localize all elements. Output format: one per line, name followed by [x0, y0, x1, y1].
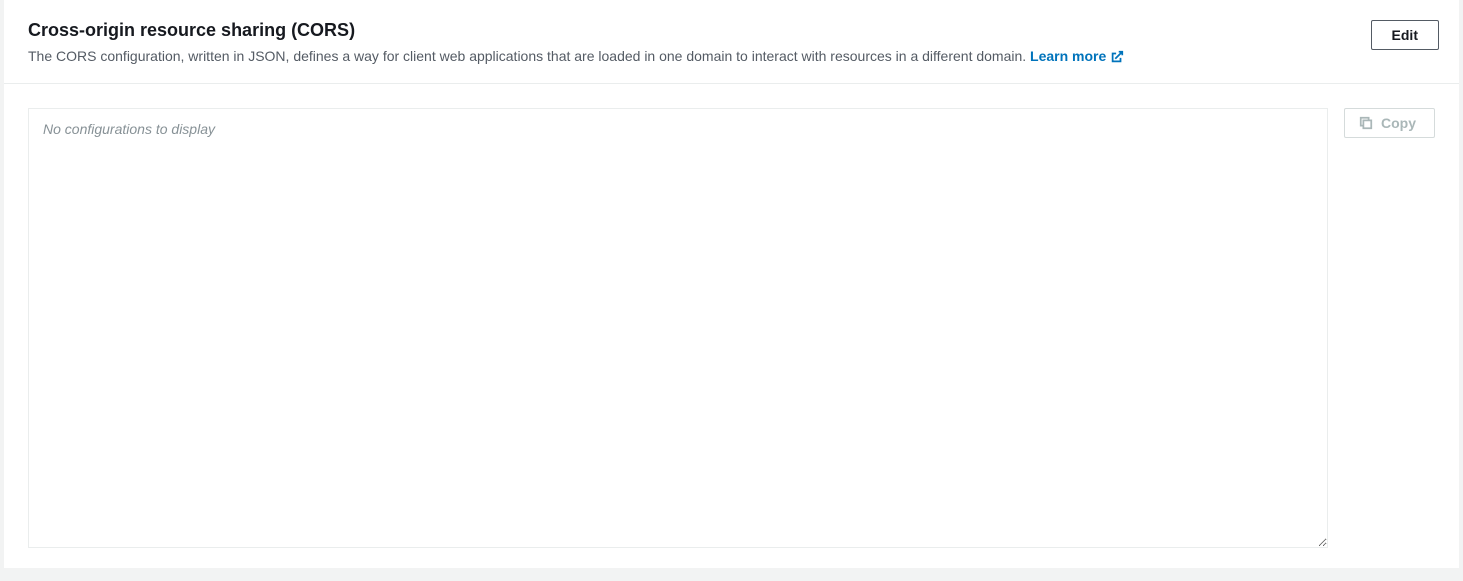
- cors-config-textarea[interactable]: No configurations to display: [28, 108, 1328, 548]
- panel-body: No configurations to display Copy: [4, 84, 1459, 568]
- empty-placeholder: No configurations to display: [43, 121, 215, 137]
- external-link-icon: [1110, 50, 1124, 64]
- learn-more-link[interactable]: Learn more: [1030, 47, 1124, 67]
- learn-more-text: Learn more: [1030, 47, 1106, 67]
- cors-panel: Cross-origin resource sharing (CORS) The…: [4, 0, 1459, 568]
- panel-description-text: The CORS configuration, written in JSON,…: [28, 48, 1030, 64]
- panel-description: The CORS configuration, written in JSON,…: [28, 47, 1355, 67]
- copy-icon: [1359, 116, 1373, 130]
- copy-button-label: Copy: [1381, 115, 1416, 131]
- panel-header-text: Cross-origin resource sharing (CORS) The…: [28, 20, 1355, 67]
- copy-button[interactable]: Copy: [1344, 108, 1435, 138]
- panel-header: Cross-origin resource sharing (CORS) The…: [4, 0, 1459, 84]
- panel-title: Cross-origin resource sharing (CORS): [28, 20, 1355, 41]
- edit-button[interactable]: Edit: [1371, 20, 1439, 50]
